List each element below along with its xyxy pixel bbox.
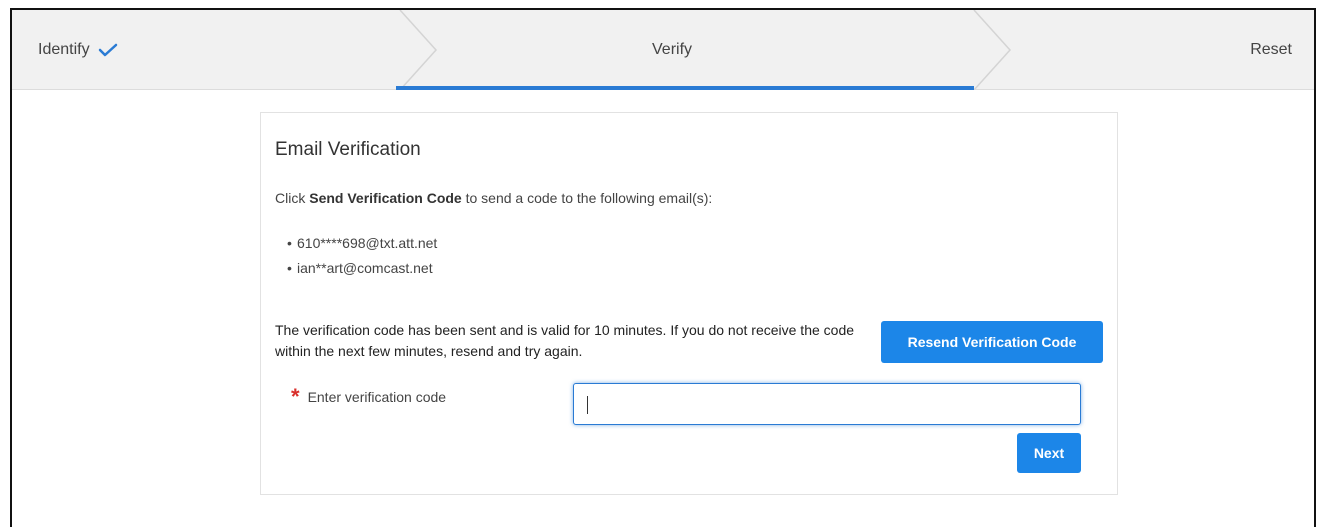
step-label: Verify: [652, 41, 693, 58]
step-identify: Identify: [38, 10, 118, 90]
text-caret: [587, 396, 588, 414]
code-field-label-text: Enter verification code: [307, 389, 447, 405]
email-verification-card: Email Verification Click Send Verificati…: [260, 112, 1118, 495]
step-separator-chevron: [973, 10, 1012, 90]
progress-stepper: Identify Verify Reset: [12, 10, 1314, 90]
active-step-indicator: [396, 86, 974, 90]
step-label: Identify: [38, 41, 90, 58]
step-verify: Verify: [652, 10, 692, 90]
app-frame: Identify Verify Reset Email Verification…: [10, 8, 1316, 527]
instruction-bold: Send Verification Code: [309, 190, 462, 206]
next-button[interactable]: Next: [1017, 433, 1081, 473]
code-field-label: * Enter verification code: [291, 384, 447, 409]
check-icon: [98, 43, 117, 57]
instruction-suffix: to send a code to the following email(s)…: [461, 190, 713, 206]
instruction-prefix: Click: [275, 190, 310, 206]
list-item: ian**art@comcast.net: [287, 256, 437, 281]
card-title: Email Verification: [275, 139, 421, 160]
email-list: 610****698@txt.att.net ian**art@comcast.…: [287, 231, 437, 281]
step-separator-chevron: [399, 10, 438, 90]
instruction-text: Click Send Verification Code to send a c…: [275, 190, 712, 206]
step-label: Reset: [1250, 41, 1292, 58]
list-item: 610****698@txt.att.net: [287, 231, 437, 256]
verification-code-input[interactable]: [573, 383, 1081, 425]
status-message: The verification code has been sent and …: [275, 322, 855, 359]
step-reset: Reset: [1250, 10, 1292, 90]
asterisk-icon: *: [291, 384, 300, 409]
resend-code-button[interactable]: Resend Verification Code: [881, 321, 1103, 363]
